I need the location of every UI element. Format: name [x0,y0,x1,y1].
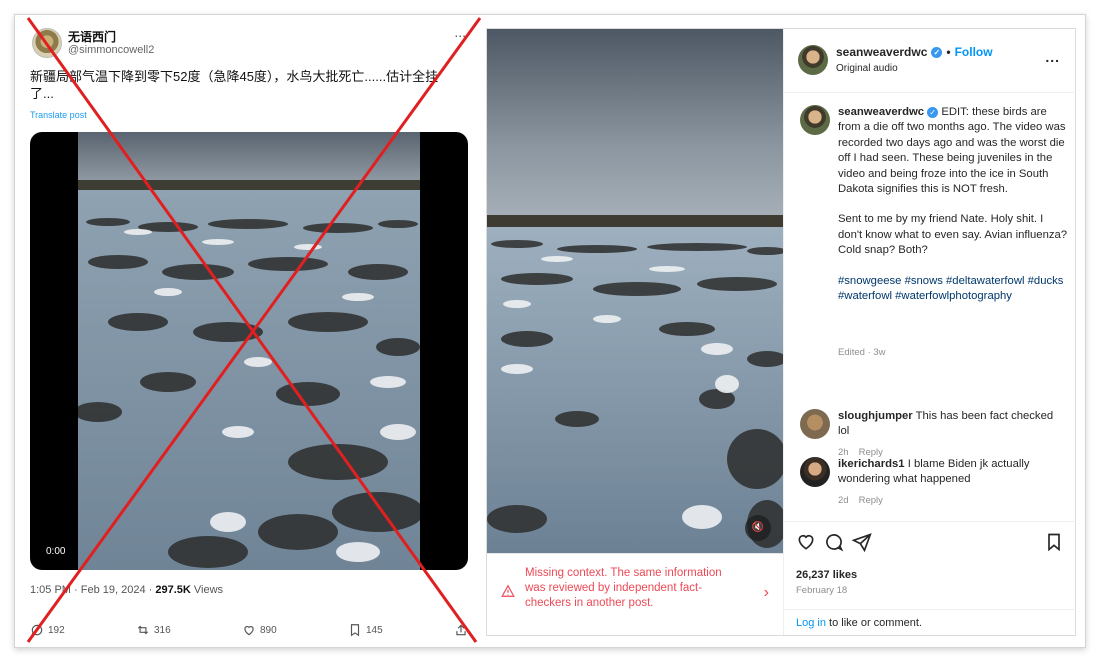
tweet-actions: 192 316 890 145 [30,620,468,640]
avatar[interactable] [800,457,830,487]
comment-text: ikerichards1 I blame Biden jk actually w… [838,457,1066,488]
avatar[interactable] [800,409,830,439]
heart-icon[interactable] [796,532,816,552]
like-button[interactable]: 890 [242,620,277,640]
video-frame-image [78,132,420,570]
separator-dot: • [946,45,951,59]
more-options-icon[interactable]: ... [454,24,466,40]
views-label: Views [190,584,224,596]
caption-hashtags[interactable]: #snowgeese #snows #deltawaterfowl #ducks… [838,274,1070,305]
post-actions [784,521,1076,561]
views-count: 297.5K [155,584,191,596]
verified-badge-icon: ✓ [927,107,939,118]
more-options-icon[interactable]: ... [1045,49,1060,65]
login-prompt-text: to like or comment. [825,617,922,629]
warning-icon [501,584,515,597]
repost-button[interactable]: 316 [136,620,171,640]
post-header: seanweaverdwc ✓ • Follow Original audio … [784,29,1076,93]
post-sidebar: seanweaverdwc ✓ • Follow Original audio … [783,29,1076,635]
comment-meta: 2d Reply [838,495,893,506]
bookmark-icon[interactable] [1044,532,1064,552]
video-timestamp: 0:00 [42,545,70,558]
login-link[interactable]: Log in [796,617,826,629]
bookmark-icon [350,624,360,637]
tweet-handle[interactable]: @simmoncowell2 [68,44,154,56]
instagram-video[interactable]: 🔇 [487,29,783,553]
missing-context-banner[interactable]: Missing context. The same information wa… [487,553,783,637]
bookmark-count: 145 [366,624,383,636]
avatar[interactable] [32,28,62,58]
share-icon [456,624,466,636]
reply-button[interactable]: Reply [859,495,883,506]
comment-icon[interactable] [824,532,844,552]
video-frame-image [487,29,783,553]
likes-count[interactable]: 26,237 likes [796,569,857,581]
translate-link[interactable]: Translate post [30,110,87,120]
reply-button[interactable]: 192 [30,620,65,640]
comment-time: 2d [838,495,849,506]
tweet-display-name[interactable]: 无语西门 [68,28,116,45]
tweet-video[interactable]: 0:00 [30,132,468,570]
heart-icon [244,626,254,636]
tweet-text: 新疆局部气温下降到零下52度（急降45度），水鸟大批死亡......估计全挂了.… [30,69,439,101]
repost-icon [137,625,149,635]
post-date[interactable]: February 18 [796,585,847,596]
comment-username[interactable]: ikerichards1 [838,458,905,470]
share-icon[interactable] [852,532,872,552]
mute-icon[interactable]: 🔇 [745,515,771,541]
caption-paragraph-2: Sent to me by my friend Nate. Holy shit.… [838,213,1068,257]
comment-text: sloughjumper This has been fact checked … [838,409,1066,440]
repost-count: 316 [154,624,171,636]
tweet-card: 无语西门 @simmoncowell2 ... 新疆局部气温下降到零下52度（急… [16,16,468,646]
follow-button[interactable]: Follow [955,45,993,59]
verified-badge-icon: ✓ [931,46,943,58]
tweet-timestamp[interactable]: 1:05 PM · Feb 19, 2024 · [30,584,155,596]
chevron-right-icon[interactable]: › [764,584,769,602]
login-prompt: Log in to like or comment. [784,609,1076,635]
comment-username[interactable]: sloughjumper [838,410,913,422]
caption-username[interactable]: seanweaverdwc [838,106,924,118]
edited-label: Edited · 3w [838,347,886,358]
like-count: 890 [260,624,277,636]
username-link[interactable]: seanweaverdwc [836,45,927,59]
original-audio-link[interactable]: Original audio [836,63,898,74]
avatar[interactable] [798,45,828,75]
caption-paragraph-1: EDIT: these birds are from a die off two… [838,106,1066,196]
avatar[interactable] [800,105,830,135]
share-button[interactable] [454,620,468,640]
tweet-meta: 1:05 PM · Feb 19, 2024 · 297.5K Views [30,584,223,596]
post-author: seanweaverdwc ✓ • Follow [836,45,993,59]
instagram-post: 🔇 Missing context. The same information … [486,28,1076,636]
bookmark-button[interactable]: 145 [348,620,383,640]
caption-text: seanweaverdwc ✓ EDIT: these birds are fr… [838,105,1070,304]
reply-icon [31,624,43,636]
reply-count: 192 [48,624,65,636]
missing-context-text: Missing context. The same information wa… [525,567,722,609]
